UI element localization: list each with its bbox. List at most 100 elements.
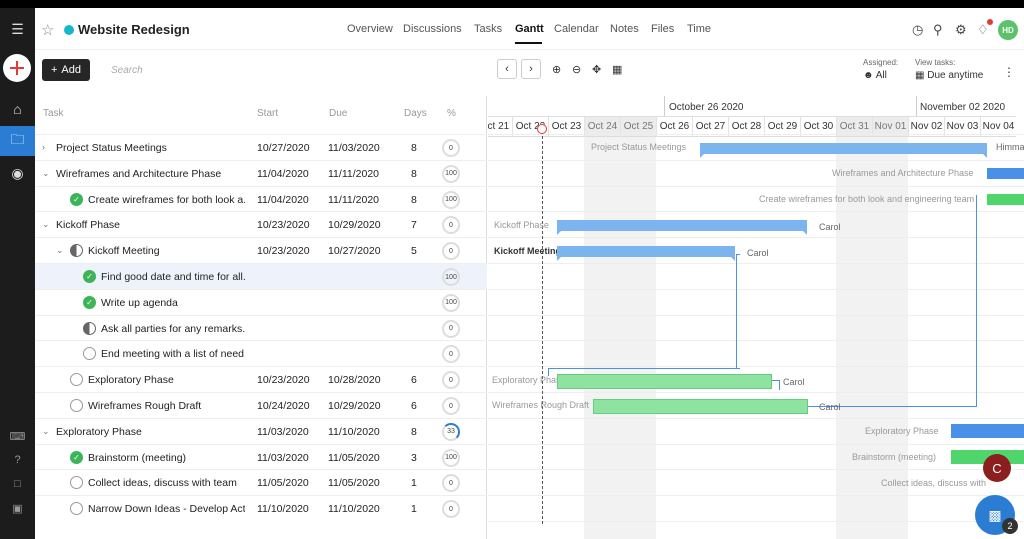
tab-files[interactable]: Files: [651, 23, 674, 35]
task-days: 6: [411, 400, 417, 412]
chevron-right-icon[interactable]: ›: [42, 142, 45, 152]
progress-circle: 100: [442, 190, 460, 209]
add-button[interactable]: + Add: [42, 59, 90, 81]
tab-tasks[interactable]: Tasks: [474, 23, 502, 35]
task-name[interactable]: Wireframes Rough Draft: [88, 400, 245, 412]
folder-icon[interactable]: 🗀: [0, 126, 35, 156]
task-row[interactable]: ✓ Find good date and time for all... 100: [35, 263, 487, 289]
globe-icon[interactable]: ◉: [0, 158, 35, 188]
status-circle-icon[interactable]: [70, 399, 83, 412]
monitor-icon[interactable]: ▣: [0, 498, 35, 518]
task-name[interactable]: Collect ideas, discuss with team: [88, 477, 245, 489]
star-icon[interactable]: ☆: [41, 21, 54, 39]
check-circle-icon[interactable]: ✓: [70, 192, 83, 206]
task-row[interactable]: ✓ Create wireframes for both look a... 11/…: [35, 185, 487, 212]
gantt-bar[interactable]: [987, 194, 1024, 205]
move-icon[interactable]: ✥: [592, 63, 601, 76]
task-name[interactable]: End meeting with a list of need...: [101, 348, 245, 360]
task-name[interactable]: Project Status Meetings: [56, 142, 245, 154]
tab-gantt[interactable]: Gantt: [515, 23, 544, 35]
task-row[interactable]: › Project Status Meetings 10/27/2020 11/03/…: [35, 134, 487, 160]
status-circle-icon[interactable]: [70, 476, 83, 490]
zoom-out-icon[interactable]: ⊖: [572, 63, 581, 76]
chevron-down-icon[interactable]: ⌄: [42, 168, 50, 179]
chevron-down-icon[interactable]: ⌄: [42, 219, 50, 230]
task-name[interactable]: Brainstorm (meeting): [88, 452, 245, 464]
bar-assignee: Carol: [747, 248, 769, 258]
collaborator-avatar[interactable]: C: [983, 454, 1011, 482]
tab-calendar[interactable]: Calendar: [554, 23, 599, 35]
task-due: 10/29/2020: [328, 219, 381, 232]
task-name[interactable]: Write up agenda: [101, 297, 245, 309]
task-row[interactable]: ✓ Brainstorm (meeting) 11/03/2020 11/05/202…: [35, 443, 487, 470]
task-name[interactable]: Create wireframes for both look a...: [88, 194, 245, 206]
timer-icon[interactable]: ◷: [912, 22, 923, 38]
progress-circle: 100: [442, 293, 460, 312]
task-name[interactable]: Wireframes and Architecture Phase: [56, 168, 245, 180]
task-name[interactable]: Ask all parties for any remarks...: [101, 323, 245, 335]
chat-icon[interactable]: □: [0, 474, 35, 494]
task-name[interactable]: Narrow Down Ideas - Develop Act...: [88, 503, 245, 515]
task-name[interactable]: Exploratory Phase: [88, 374, 245, 386]
task-row[interactable]: Wireframes Rough Draft 10/24/2020 10/29/20…: [35, 392, 487, 418]
status-circle-icon[interactable]: [70, 502, 83, 516]
tab-overview[interactable]: Overview: [347, 23, 393, 35]
task-row[interactable]: Narrow Down Ideas - Develop Act... 11/10/…: [35, 495, 487, 521]
task-row[interactable]: Ask all parties for any remarks... 0: [35, 314, 487, 341]
check-circle-icon[interactable]: ✓: [83, 270, 96, 283]
task-row[interactable]: ⌄ Wireframes and Architecture Phase 11/04/…: [35, 159, 487, 186]
task-start: 11/04/2020: [257, 167, 309, 180]
gantt-bar[interactable]: [557, 246, 735, 261]
status-circle-icon[interactable]: [70, 373, 83, 387]
calendar-icon[interactable]: ▦: [612, 63, 622, 76]
task-days: 8: [411, 167, 417, 180]
bar-assignee: Carol: [783, 377, 805, 387]
more-options-icon[interactable]: ⋮: [1003, 65, 1015, 79]
check-circle-icon[interactable]: ✓: [83, 295, 96, 309]
gantt-bar[interactable]: [700, 143, 987, 158]
help-icon[interactable]: ?: [0, 450, 35, 470]
task-name[interactable]: Find good date and time for all...: [101, 271, 245, 283]
search-icon[interactable]: ⚲: [933, 22, 943, 38]
task-name[interactable]: Kickoff Meeting: [88, 245, 245, 257]
previous-arrow-button[interactable]: ‹: [497, 59, 517, 79]
quick-add-button[interactable]: [3, 54, 31, 82]
task-row[interactable]: Collect ideas, discuss with team 11/05/20…: [35, 469, 487, 495]
gantt-bar[interactable]: [557, 374, 772, 389]
tab-notes[interactable]: Notes: [610, 23, 639, 35]
bell-icon[interactable]: ♢: [977, 22, 989, 38]
status-circle-icon[interactable]: [83, 347, 96, 361]
tab-time[interactable]: Time: [687, 23, 711, 35]
gantt-bar[interactable]: [593, 399, 808, 414]
gantt-bar[interactable]: [987, 168, 1024, 179]
home-icon[interactable]: ⌂: [0, 94, 35, 124]
user-avatar[interactable]: HD: [998, 20, 1018, 40]
menu-icon[interactable]: ☰: [0, 14, 35, 44]
task-row[interactable]: ✓ Write up agenda 100: [35, 288, 487, 315]
task-row[interactable]: ⌄ Kickoff Meeting 10/23/2020 10/27/2020 5 0: [35, 237, 487, 263]
keyboard-icon[interactable]: ⌨: [0, 426, 35, 446]
task-days: 5: [411, 245, 417, 258]
chevron-down-icon[interactable]: ⌄: [42, 426, 50, 437]
status-circle-icon[interactable]: [83, 321, 96, 335]
settings-icon[interactable]: ⚙: [955, 22, 967, 38]
view-tasks-value: Due anytime: [927, 70, 984, 81]
task-row[interactable]: Exploratory Phase 10/23/2020 10/28/2020 6 0: [35, 366, 487, 392]
task-row[interactable]: ⌄ Exploratory Phase 11/03/2020 11/10/2020 8 3…: [35, 417, 487, 444]
task-name[interactable]: Kickoff Phase: [56, 219, 245, 231]
next-arrow-button[interactable]: ›: [521, 59, 541, 79]
zoom-in-icon[interactable]: ⊕: [552, 63, 561, 76]
task-due: 11/11/2020: [328, 193, 379, 206]
assigned-filter[interactable]: ☻ All: [863, 70, 887, 81]
status-circle-icon[interactable]: [70, 244, 83, 258]
gantt-bar[interactable]: [951, 424, 1024, 438]
task-name[interactable]: Exploratory Phase: [56, 426, 245, 438]
search-input[interactable]: Search: [111, 65, 143, 76]
gantt-bar[interactable]: [557, 220, 807, 235]
check-circle-icon[interactable]: ✓: [70, 450, 83, 464]
tab-discussions[interactable]: Discussions: [403, 23, 462, 35]
task-row[interactable]: End meeting with a list of need... 0: [35, 340, 487, 366]
task-row[interactable]: ⌄ Kickoff Phase 10/23/2020 10/29/2020 7 0: [35, 211, 487, 237]
chevron-down-icon[interactable]: ⌄: [56, 245, 64, 256]
view-tasks-filter[interactable]: ▦ Due anytime: [915, 70, 983, 81]
